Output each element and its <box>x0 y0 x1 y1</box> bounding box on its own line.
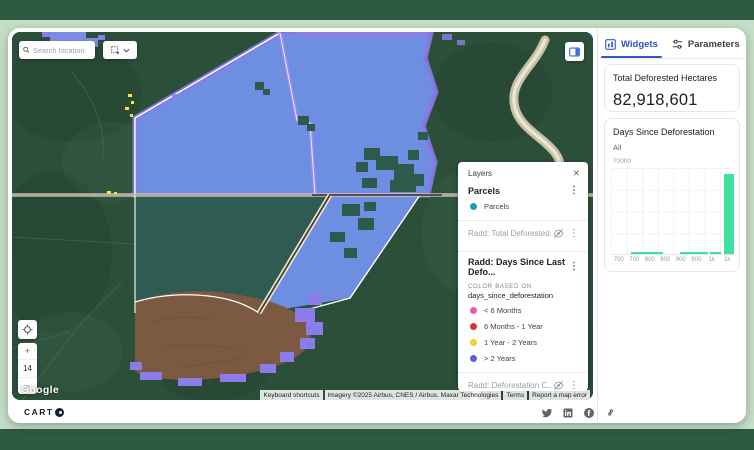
frame-top <box>0 0 754 20</box>
link-icon[interactable] <box>604 406 617 419</box>
close-icon[interactable]: ✕ <box>573 168 580 179</box>
carto-o-icon <box>55 408 64 417</box>
legend-item: < 6 Months <box>458 302 588 318</box>
geolocate-button[interactable] <box>18 320 37 339</box>
parcels-legend-dot <box>470 203 477 210</box>
imagery-attribution: Imagery ©2025 Airbus, CNES / Airbus, Max… <box>325 390 502 400</box>
screen: { "icons": { "kebab": "⋮", "close": "✕" … <box>0 0 754 450</box>
footer-strip: CART CARTO <box>8 400 593 423</box>
layer-radd-class-name: Radd: Deforestation C... <box>468 381 551 390</box>
tab-widgets-label: Widgets <box>621 39 658 50</box>
chart-x-tick: 800 <box>658 257 674 263</box>
total-deforested-widget: Total Deforested Hectares 82,918,601 <box>604 64 740 112</box>
layer-radd-total-name: Radd: Total Deforested... <box>468 229 551 238</box>
twitter-icon[interactable] <box>541 407 553 419</box>
legend-label: 6 Months - 1 Year <box>484 322 543 331</box>
google-watermark: Google <box>21 384 59 396</box>
search-icon <box>23 46 30 54</box>
layer-radd-days[interactable]: Radd: Days Since Last Defo... ⋮ <box>458 252 588 279</box>
chart-x-tick: 1k <box>720 257 736 263</box>
legend-item: 1 Year - 2 Years <box>458 334 588 350</box>
zoom-in-button[interactable]: + <box>18 343 37 359</box>
widget-title: Days Since Deforestation <box>613 127 731 137</box>
geolocate-icon <box>22 324 33 335</box>
social-links <box>541 406 617 419</box>
chart-bar <box>724 174 733 254</box>
widgets-icon <box>605 39 616 50</box>
chart-x-ticks: 7007008008009009001k1k <box>611 257 735 263</box>
layer-parcels[interactable]: Parcels ⋮ <box>458 181 588 198</box>
legend-item: 6 Months - 1 Year <box>458 318 588 334</box>
frame-bottom <box>0 429 754 450</box>
keyboard-shortcuts-link[interactable]: Keyboard shortcuts <box>260 390 322 400</box>
color-field-name: days_since_deforestation <box>458 291 588 302</box>
legend-label: > 2 Years <box>484 354 516 363</box>
chart-x-tick: 1k <box>704 257 720 263</box>
chart-x-tick: 900 <box>689 257 705 263</box>
kebab-icon[interactable]: ⋮ <box>566 186 582 196</box>
parameters-icon <box>672 39 683 50</box>
chart-x-tick: 900 <box>673 257 689 263</box>
layers-panel-title: Layers <box>468 169 492 178</box>
histogram-plot[interactable] <box>611 168 735 255</box>
total-deforested-value: 82,918,601 <box>613 91 731 110</box>
kebab-icon[interactable]: ⋮ <box>566 381 582 391</box>
map-attribution: Keyboard shortcuts Imagery ©2025 Airbus,… <box>260 390 590 400</box>
parcels-legend-item: Parcels <box>458 198 588 214</box>
facebook-icon[interactable] <box>583 407 595 419</box>
report-map-error-link[interactable]: Report a map error <box>529 390 590 400</box>
chart-filter-label: All <box>613 143 731 152</box>
parcels-legend-label: Parcels <box>484 202 509 211</box>
app-window: Layers ✕ Parcels ⋮ Parcels Radd: Total D… <box>8 28 746 423</box>
legend-label: < 6 Months <box>484 306 521 315</box>
chart-bar <box>680 252 707 254</box>
legend-dot <box>470 307 477 314</box>
legend-dot <box>470 323 477 330</box>
chart-x-tick: 700 <box>611 257 627 263</box>
linkedin-icon[interactable] <box>562 407 574 419</box>
chart-x-tick: 700 <box>627 257 643 263</box>
carto-logo[interactable]: CART CARTO <box>24 407 64 417</box>
layer-radd-total[interactable]: Radd: Total Deforested... ⋮ <box>458 221 588 245</box>
layer-parcels-name: Parcels <box>468 186 500 196</box>
layer-radd-class[interactable]: Radd: Deforestation C... ⋮ <box>458 373 588 391</box>
legend-label: 1 Year - 2 Years <box>484 338 537 347</box>
chart-bar <box>631 252 663 254</box>
select-tool-icon <box>111 46 120 55</box>
days-since-deforestation-widget: Days Since Deforestation All 70000 70070… <box>604 118 740 272</box>
carto-logo-text: CART <box>24 407 54 417</box>
layers-panel: Layers ✕ Parcels ⋮ Parcels Radd: Total D… <box>458 162 588 391</box>
legend-dot <box>470 355 477 362</box>
right-sidebar: Widgets Parameters Total Deforested Hect… <box>597 28 746 423</box>
chart-bar <box>710 252 721 254</box>
zoom-level: 14 <box>18 359 37 377</box>
tab-parameters-label: Parameters <box>688 39 740 50</box>
kebab-icon[interactable]: ⋮ <box>566 262 582 272</box>
legend-item: > 2 Years <box>458 350 588 366</box>
map-canvas[interactable]: Layers ✕ Parcels ⋮ Parcels Radd: Total D… <box>12 32 593 400</box>
widget-title: Total Deforested Hectares <box>613 73 731 83</box>
panel-toggle-button[interactable] <box>565 42 584 61</box>
kebab-icon[interactable]: ⋮ <box>566 229 582 239</box>
terms-link[interactable]: Terms <box>503 390 527 400</box>
panel-toggle-icon <box>569 47 580 57</box>
eye-off-icon[interactable] <box>553 228 564 239</box>
legend-dot <box>470 339 477 346</box>
layer-radd-days-name: Radd: Days Since Last Defo... <box>468 257 566 277</box>
color-based-on-label: COLOR BASED ON <box>458 279 588 291</box>
select-tool-button[interactable] <box>103 41 137 59</box>
chart-y-max-label: 70000 <box>613 158 731 165</box>
search-box[interactable] <box>19 41 95 59</box>
chart-bars <box>611 168 735 254</box>
tab-parameters[interactable]: Parameters <box>672 31 740 58</box>
chevron-down-icon <box>123 48 130 53</box>
sidebar-tabs: Widgets Parameters <box>598 31 746 59</box>
search-input[interactable] <box>33 46 91 55</box>
chart-x-tick: 800 <box>642 257 658 263</box>
tab-widgets[interactable]: Widgets <box>605 31 658 58</box>
